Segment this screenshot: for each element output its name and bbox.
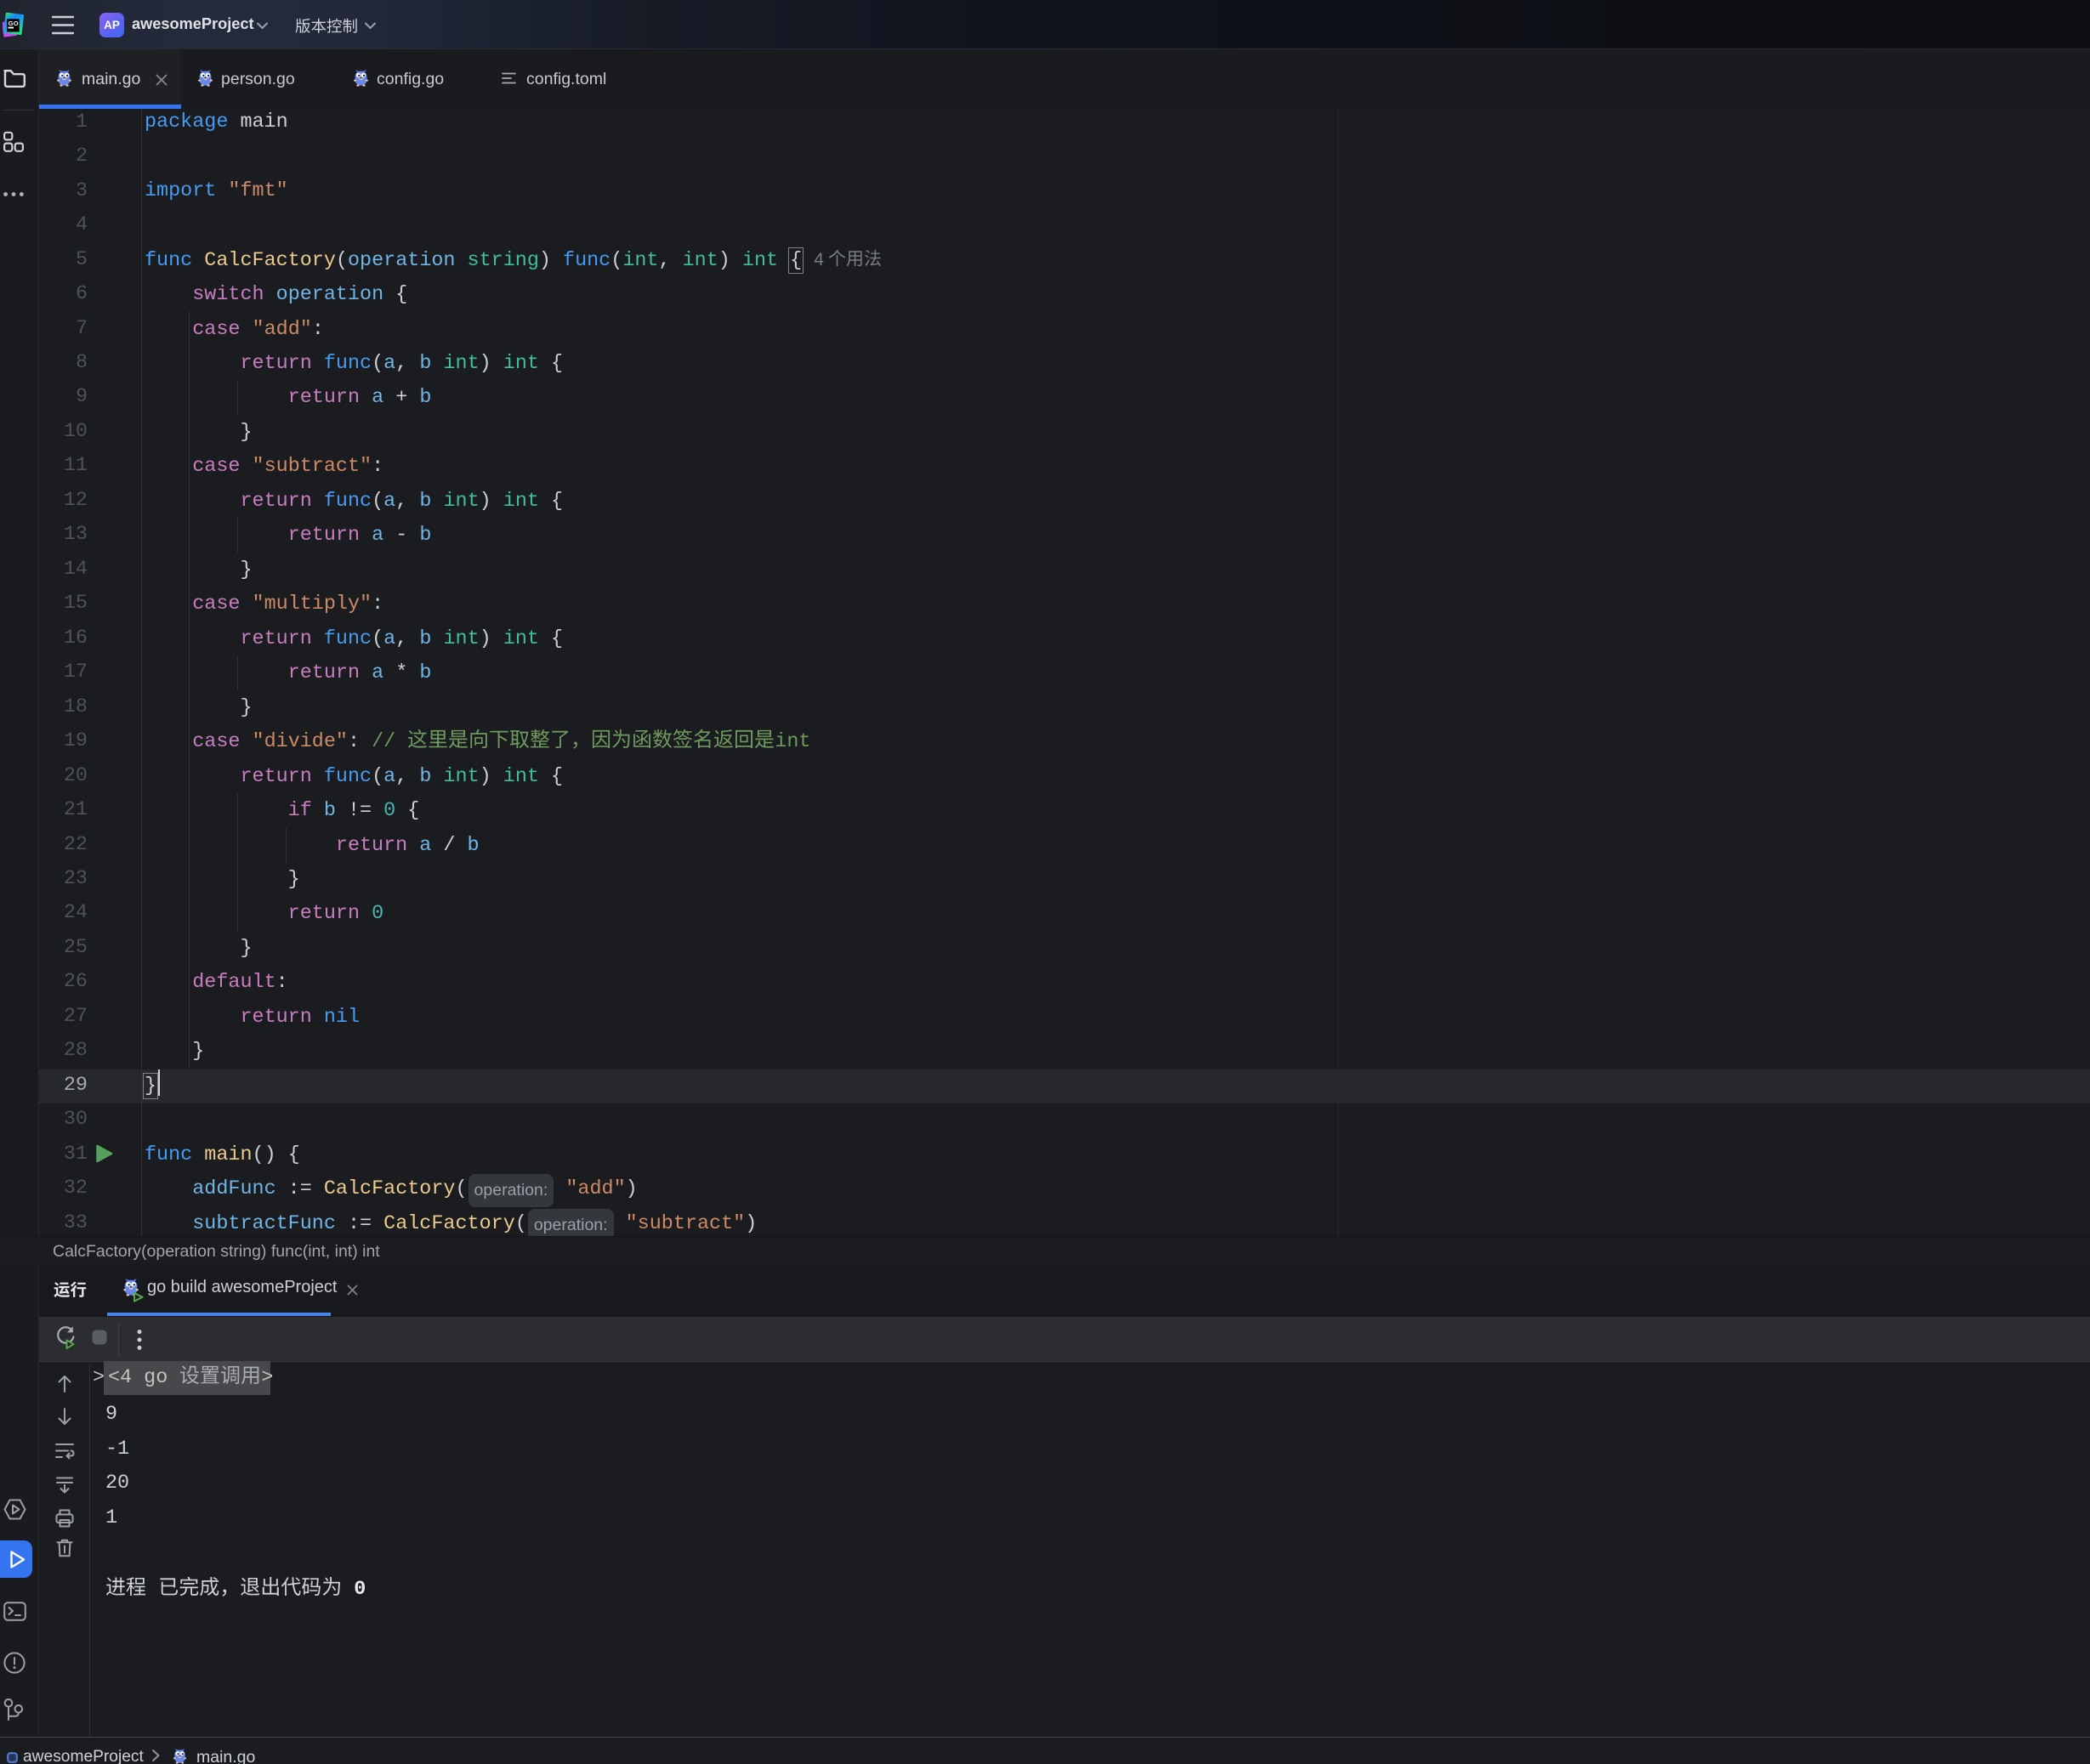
svg-text:GO: GO — [9, 20, 19, 27]
